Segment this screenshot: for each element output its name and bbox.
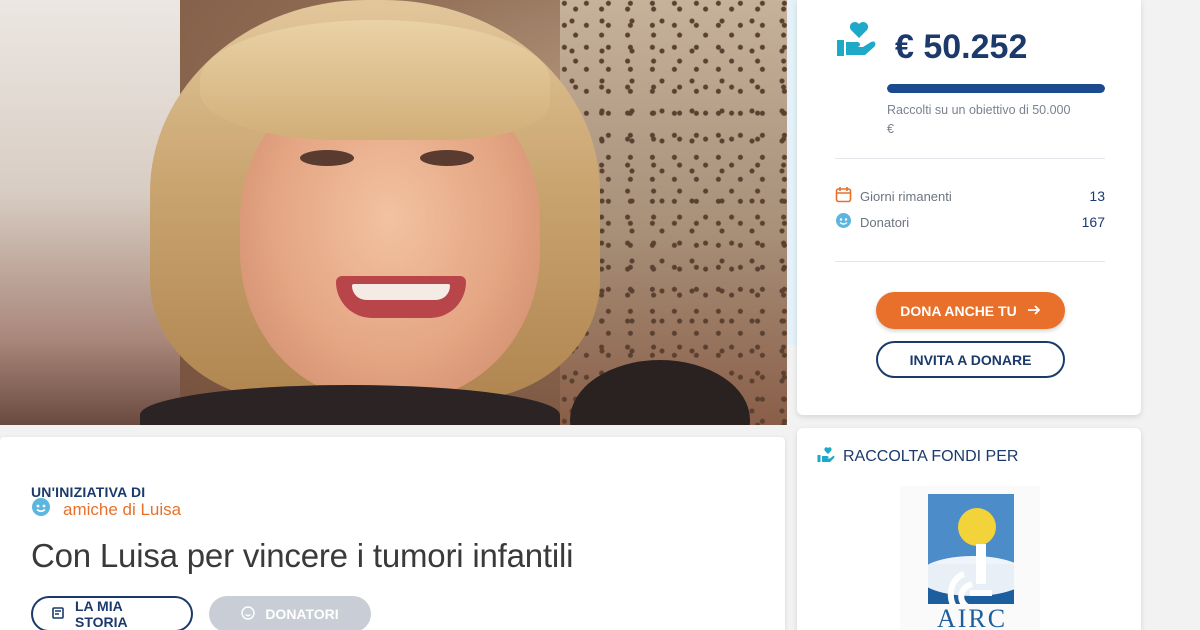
beneficiary-heading-text: RACCOLTA FONDI PER [843,448,1019,465]
progress-bar [887,84,1105,93]
divider [835,158,1105,159]
divider [835,261,1105,262]
smiley-icon [241,605,256,623]
smiley-icon [835,212,852,232]
donation-hand-icon [835,20,879,65]
tab-donors-label: DONATORI [265,606,339,622]
stat-days-value: 13 [1089,188,1105,204]
beneficiary-heading: RACCOLTA FONDI PER [817,446,1018,468]
campaign-info-card: UN'INIZIATIVA DI amiche di Luisa Con Lui… [0,437,785,630]
stat-donors-label: Donatori [860,214,910,230]
author-row[interactable]: amiche di Luisa [31,497,181,522]
tab-donors[interactable]: DONATORI [209,596,371,630]
divider-strip [787,0,797,345]
campaign-photo [0,0,787,425]
story-icon [51,606,65,623]
beneficiary-card: RACCOLTA FONDI PER AIRC [797,428,1141,630]
raised-amount: € 50.252 [895,28,1028,66]
donation-hand-icon [817,446,835,468]
stat-days-label: Giorni rimanenti [860,188,952,204]
campaign-page: UN'INIZIATIVA DI amiche di Luisa Con Lui… [0,0,1200,630]
invite-button[interactable]: INVITA A DONARE [876,341,1065,378]
calendar-icon [835,186,852,206]
stat-donors-value: 167 [1081,214,1105,230]
airc-logo-text: AIRC [926,604,1018,630]
airc-logo[interactable]: AIRC [900,486,1040,630]
arrow-right-icon [1027,303,1041,319]
campaign-tabs: LA MIA STORIA DONATORI [31,596,371,630]
donation-card: € 50.252 Raccolti su un obiettivo di 50.… [797,0,1141,415]
stat-days-left: Giorni rimanenti 13 [835,186,1105,206]
donate-button[interactable]: DONA ANCHE TU [876,292,1065,329]
author-name[interactable]: amiche di Luisa [63,500,181,520]
tab-story[interactable]: LA MIA STORIA [31,596,193,630]
goal-text: Raccolti su un obiettivo di 50.000 € [887,103,1071,136]
donate-button-label: DONA ANCHE TU [900,302,1017,319]
progress-bar-fill [887,84,1105,93]
smiley-icon [31,497,51,522]
campaign-title: Con Luisa per vincere i tumori infantili [31,537,574,574]
tab-story-label: LA MIA STORIA [75,598,128,630]
stat-donors: Donatori 167 [835,212,1105,232]
